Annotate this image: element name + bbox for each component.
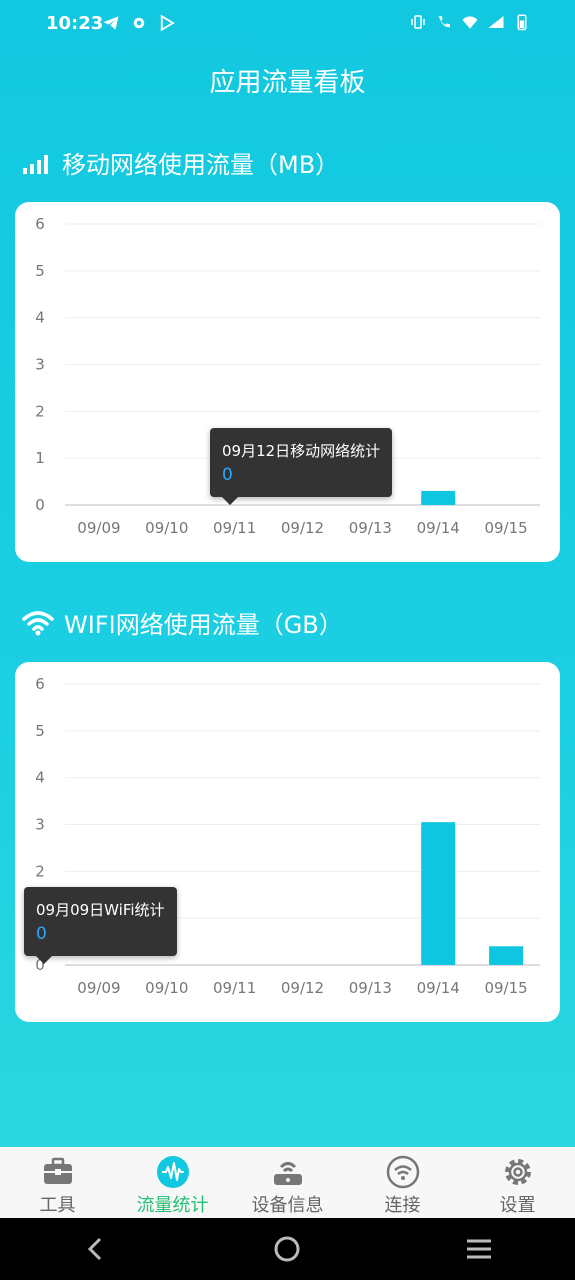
x-tick-label: 09/14	[417, 519, 460, 537]
wifi-circle-icon	[386, 1155, 419, 1189]
x-tick-label: 09/09	[77, 519, 120, 537]
router-icon	[273, 1162, 302, 1185]
tooltip-value: 0	[222, 465, 233, 485]
page-title: 应用流量看板	[209, 68, 366, 98]
wifi-section-header: WIFI网络使用流量（GB）	[22, 605, 343, 640]
bottom-tab-bar: 工具 流量统计 设备信息 连接 设置	[0, 1147, 575, 1218]
x-tick-label: 09/13	[349, 519, 392, 537]
wifi-icon	[462, 16, 478, 29]
y-tick-label: 4	[35, 309, 45, 327]
tab-label: 工具	[39, 1195, 76, 1216]
x-tick-label: 09/12	[281, 519, 324, 537]
mobile-section-header: 移动网络使用流量（MB）	[22, 145, 339, 180]
home-icon[interactable]	[272, 1234, 302, 1264]
tab-label: 流量统计	[136, 1195, 209, 1216]
y-tick-label: 4	[35, 769, 45, 787]
x-tick-label: 09/15	[484, 519, 527, 537]
y-tick-label: 6	[35, 215, 45, 233]
x-tick-label: 09/12	[281, 979, 324, 997]
x-tick-label: 09/11	[213, 979, 256, 997]
system-nav-bar	[0, 1218, 575, 1280]
y-tick-label: 2	[35, 402, 45, 420]
wifi-section-title: WIFI网络使用流量（GB）	[64, 611, 343, 639]
toolbox-icon	[43, 1157, 72, 1184]
bar-09/15[interactable]	[489, 946, 524, 965]
tooltip-title: 09月12日移动网络统计	[222, 442, 381, 460]
telegram-icon	[103, 16, 119, 30]
tab-device-info[interactable]: 设备信息	[230, 1147, 345, 1218]
wifi-usage-chart[interactable]: 012345609/0909/1009/1109/1209/1309/1409/…	[15, 662, 560, 1022]
gear-icon	[504, 1159, 531, 1185]
y-tick-label: 0	[35, 496, 45, 514]
battery-icon	[517, 14, 527, 31]
signal-icon	[488, 16, 504, 28]
bar-09/14[interactable]	[421, 490, 456, 505]
tab-label: 设置	[499, 1195, 536, 1216]
tab-settings[interactable]: 设置	[460, 1147, 575, 1218]
status-bar: 10:23	[0, 0, 575, 48]
y-tick-label: 5	[35, 722, 45, 740]
x-tick-label: 09/09	[77, 979, 120, 997]
bar-09/14[interactable]	[421, 822, 456, 965]
pulse-icon	[156, 1156, 189, 1188]
wifi-call-icon	[438, 16, 450, 28]
x-tick-label: 09/10	[145, 979, 188, 997]
mobile-usage-chart[interactable]: 0 1 2 3 4 5 6 09/09 09/10 09/11 09/12 09/13 09/14 09/…	[15, 202, 560, 562]
x-tick-label: 09/13	[349, 979, 392, 997]
mobile-section-title: 移动网络使用流量（MB）	[62, 151, 340, 179]
x-tick-label: 09/11	[213, 519, 256, 537]
signal-bars-icon	[23, 154, 48, 174]
tooltip-value: 0	[36, 924, 47, 944]
back-icon[interactable]	[81, 1234, 111, 1264]
wifi-icon	[22, 610, 54, 635]
status-time: 10:23	[46, 13, 104, 34]
wifi-chart-tooltip: 09月09日WiFi统计 0	[24, 887, 177, 964]
y-tick-label: 5	[35, 262, 45, 280]
y-tick-label: 1	[35, 449, 45, 467]
tab-connect[interactable]: 连接	[345, 1147, 460, 1218]
y-tick-label: 3	[35, 816, 45, 834]
tooltip-title: 09月09日WiFi统计	[36, 901, 165, 919]
wifi-chart-card: 012345609/0909/1009/1109/1209/1309/1409/…	[15, 662, 560, 1022]
tab-label: 连接	[384, 1195, 421, 1216]
mobile-chart-card: 0 1 2 3 4 5 6 09/09 09/10 09/11 09/12 09/13 09/14 09/…	[15, 202, 560, 562]
x-tick-label: 09/15	[484, 979, 527, 997]
tab-tools[interactable]: 工具	[0, 1147, 115, 1218]
x-tick-label: 09/10	[145, 519, 188, 537]
mobile-chart-tooltip: 09月12日移动网络统计 0	[210, 428, 393, 505]
y-tick-label: 6	[35, 675, 45, 693]
tab-label: 设备信息	[251, 1195, 324, 1216]
vibrate-icon	[411, 15, 425, 29]
play-store-icon	[160, 14, 175, 32]
recent-apps-icon[interactable]	[464, 1234, 494, 1264]
y-tick-label: 3	[35, 356, 45, 374]
y-tick-label: 2	[35, 862, 45, 880]
gear-icon	[133, 17, 145, 29]
tab-traffic-stats[interactable]: 流量统计	[115, 1147, 230, 1218]
x-tick-label: 09/14	[417, 979, 460, 997]
